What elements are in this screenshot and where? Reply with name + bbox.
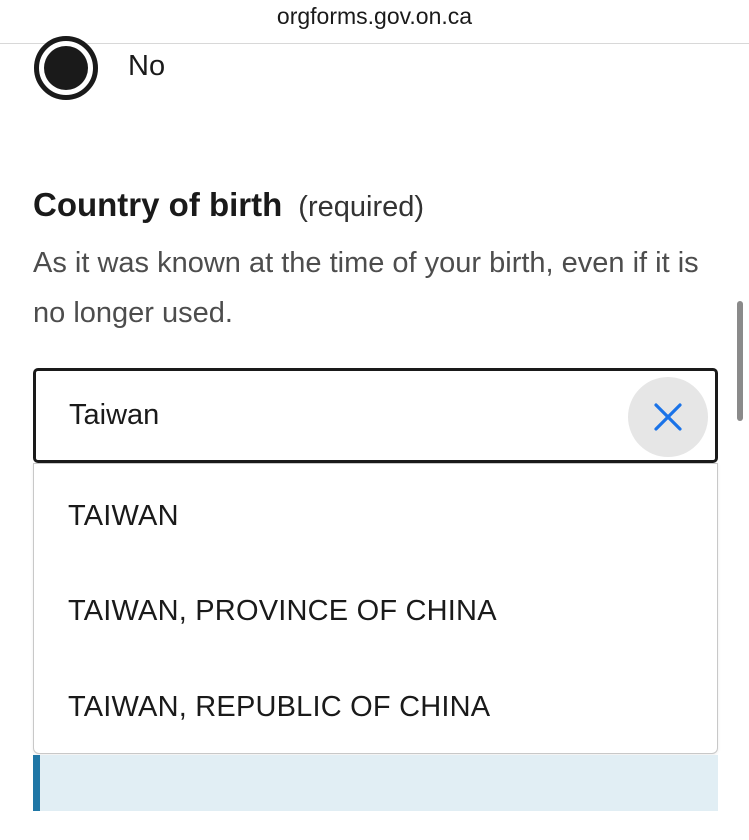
radio-option-no[interactable]: No [34,36,165,100]
field-hint: As it was known at the time of your birt… [33,247,699,329]
country-search-input[interactable]: Taiwan [33,368,718,463]
suggestion-option[interactable]: TAIWAN, PROVINCE OF CHINA [68,595,497,628]
suggestion-option[interactable]: TAIWAN, REPUBLIC OF CHINA [68,691,490,724]
radio-selected-dot [44,46,88,90]
scrollbar-thumb[interactable] [737,301,743,421]
country-of-birth-label: Country of birth (required) [33,186,424,224]
info-callout [33,755,718,811]
required-indicator: (required) [298,191,425,223]
clear-button[interactable] [628,377,708,457]
radio-button[interactable] [34,36,98,100]
suggestions-listbox: TAIWAN TAIWAN, PROVINCE OF CHINA TAIWAN,… [33,463,718,754]
input-value[interactable]: Taiwan [69,399,159,432]
close-icon [654,403,682,431]
radio-label[interactable]: No [128,50,165,83]
url-text[interactable]: orgforms.gov.on.ca [277,3,472,30]
callout-accent-bar [33,755,40,811]
field-title: Country of birth [33,186,283,223]
suggestion-option[interactable]: TAIWAN [68,500,179,533]
